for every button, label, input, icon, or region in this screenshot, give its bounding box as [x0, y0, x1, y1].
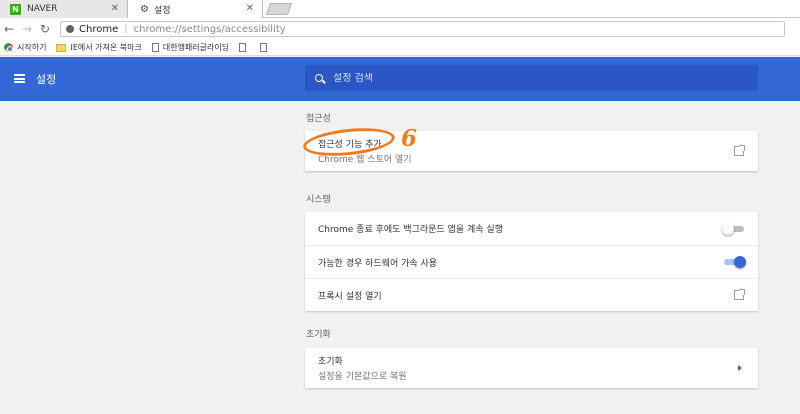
omnibox-url: chrome://settings/accessibility	[133, 23, 286, 35]
bookmark-item[interactable]: 시작하기	[4, 42, 46, 53]
background-apps-row[interactable]: Chrome 종료 후에도 백그라운드 앱을 계속 실행	[305, 212, 758, 245]
open-in-new-icon[interactable]	[734, 145, 745, 156]
section-title-reset: 초기화	[306, 330, 331, 340]
tab-label: NAVER	[27, 4, 58, 14]
open-in-new-icon[interactable]	[734, 289, 745, 300]
bookmark-label: 시작하기	[17, 43, 47, 52]
toggle-knob	[722, 222, 734, 235]
search-icon	[315, 74, 323, 82]
gear-icon: ⚙	[140, 3, 149, 15]
toggle-knob	[734, 256, 746, 268]
address-bar[interactable]: Chrome | chrome://settings/accessibility	[60, 21, 785, 37]
folder-icon	[56, 43, 67, 52]
forward-arrow-icon[interactable]: →	[18, 22, 36, 36]
row-sublabel: 설정을 기본값으로 복원	[318, 372, 407, 382]
close-icon[interactable]: ✕	[246, 3, 254, 14]
tab-settings[interactable]: ⚙ 설정 ✕	[128, 0, 263, 18]
tab-label: 설정	[153, 5, 171, 16]
browser-toolbar: ← → ↻ Chrome | chrome://settings/accessi…	[0, 18, 800, 40]
reload-icon[interactable]: ↻	[36, 22, 54, 36]
chevron-right-icon	[738, 365, 742, 371]
row-label: Chrome 종료 후에도 백그라운드 앱을 계속 실행	[318, 225, 503, 235]
hamburger-menu-icon[interactable]	[14, 74, 25, 83]
search-box[interactable]	[305, 65, 758, 91]
close-icon[interactable]: ✕	[111, 3, 119, 14]
bookmark-label: 대한행패러글라이딩	[162, 43, 230, 52]
page-title: 설정	[36, 73, 57, 86]
bookmark-label: IE에서 가져온 북마크	[70, 43, 142, 52]
annotation-number: 6	[401, 125, 418, 152]
bookmark-item[interactable]	[260, 43, 271, 52]
page-icon	[151, 43, 159, 52]
row-label: 프록시 설정 열기	[318, 291, 382, 302]
proxy-settings-row[interactable]: 프록시 설정 열기	[305, 278, 758, 311]
reset-card: 초기화 설정을 기본값으로 복원	[305, 348, 758, 388]
section-title-system: 시스템	[306, 195, 331, 205]
bookmark-folder[interactable]: IE에서 가져온 북마크	[56, 42, 142, 53]
chrome-icon	[4, 43, 13, 52]
hardware-acceleration-row[interactable]: 가능한 경우 하드웨어 가속 사용	[305, 245, 758, 278]
naver-favicon-icon: N	[10, 3, 21, 15]
section-title-accessibility: 접근성	[306, 114, 331, 124]
page-icon	[239, 43, 247, 52]
search-input[interactable]	[333, 72, 713, 84]
bookmark-item[interactable]	[239, 43, 250, 52]
bookmark-item[interactable]: 대한행패러글라이딩	[151, 42, 230, 53]
omnibox-separator: |	[124, 23, 128, 35]
bookmarks-bar: 시작하기 IE에서 가져온 북마크 대한행패러글라이딩	[0, 40, 800, 56]
new-tab-button[interactable]	[265, 3, 293, 15]
row-label: 초기화	[318, 357, 343, 367]
reset-settings-row[interactable]: 초기화 설정을 기본값으로 복원	[305, 348, 758, 388]
page-icon	[260, 43, 268, 52]
row-label: 가능한 경우 하드웨어 가속 사용	[318, 258, 438, 269]
tab-strip: N NAVER ✕ ⚙ 설정 ✕	[0, 0, 800, 18]
back-arrow-icon[interactable]: ←	[0, 22, 18, 36]
tab-naver[interactable]: N NAVER ✕	[0, 0, 128, 18]
chrome-page-icon	[66, 25, 74, 33]
settings-header: 설정	[0, 57, 800, 101]
system-card: Chrome 종료 후에도 백그라운드 앱을 계속 실행 가능한 경우 하드웨어…	[305, 212, 758, 311]
hardware-acceleration-toggle[interactable]	[724, 256, 746, 268]
background-apps-toggle[interactable]	[722, 222, 744, 235]
omnibox-brand: Chrome	[79, 23, 119, 35]
